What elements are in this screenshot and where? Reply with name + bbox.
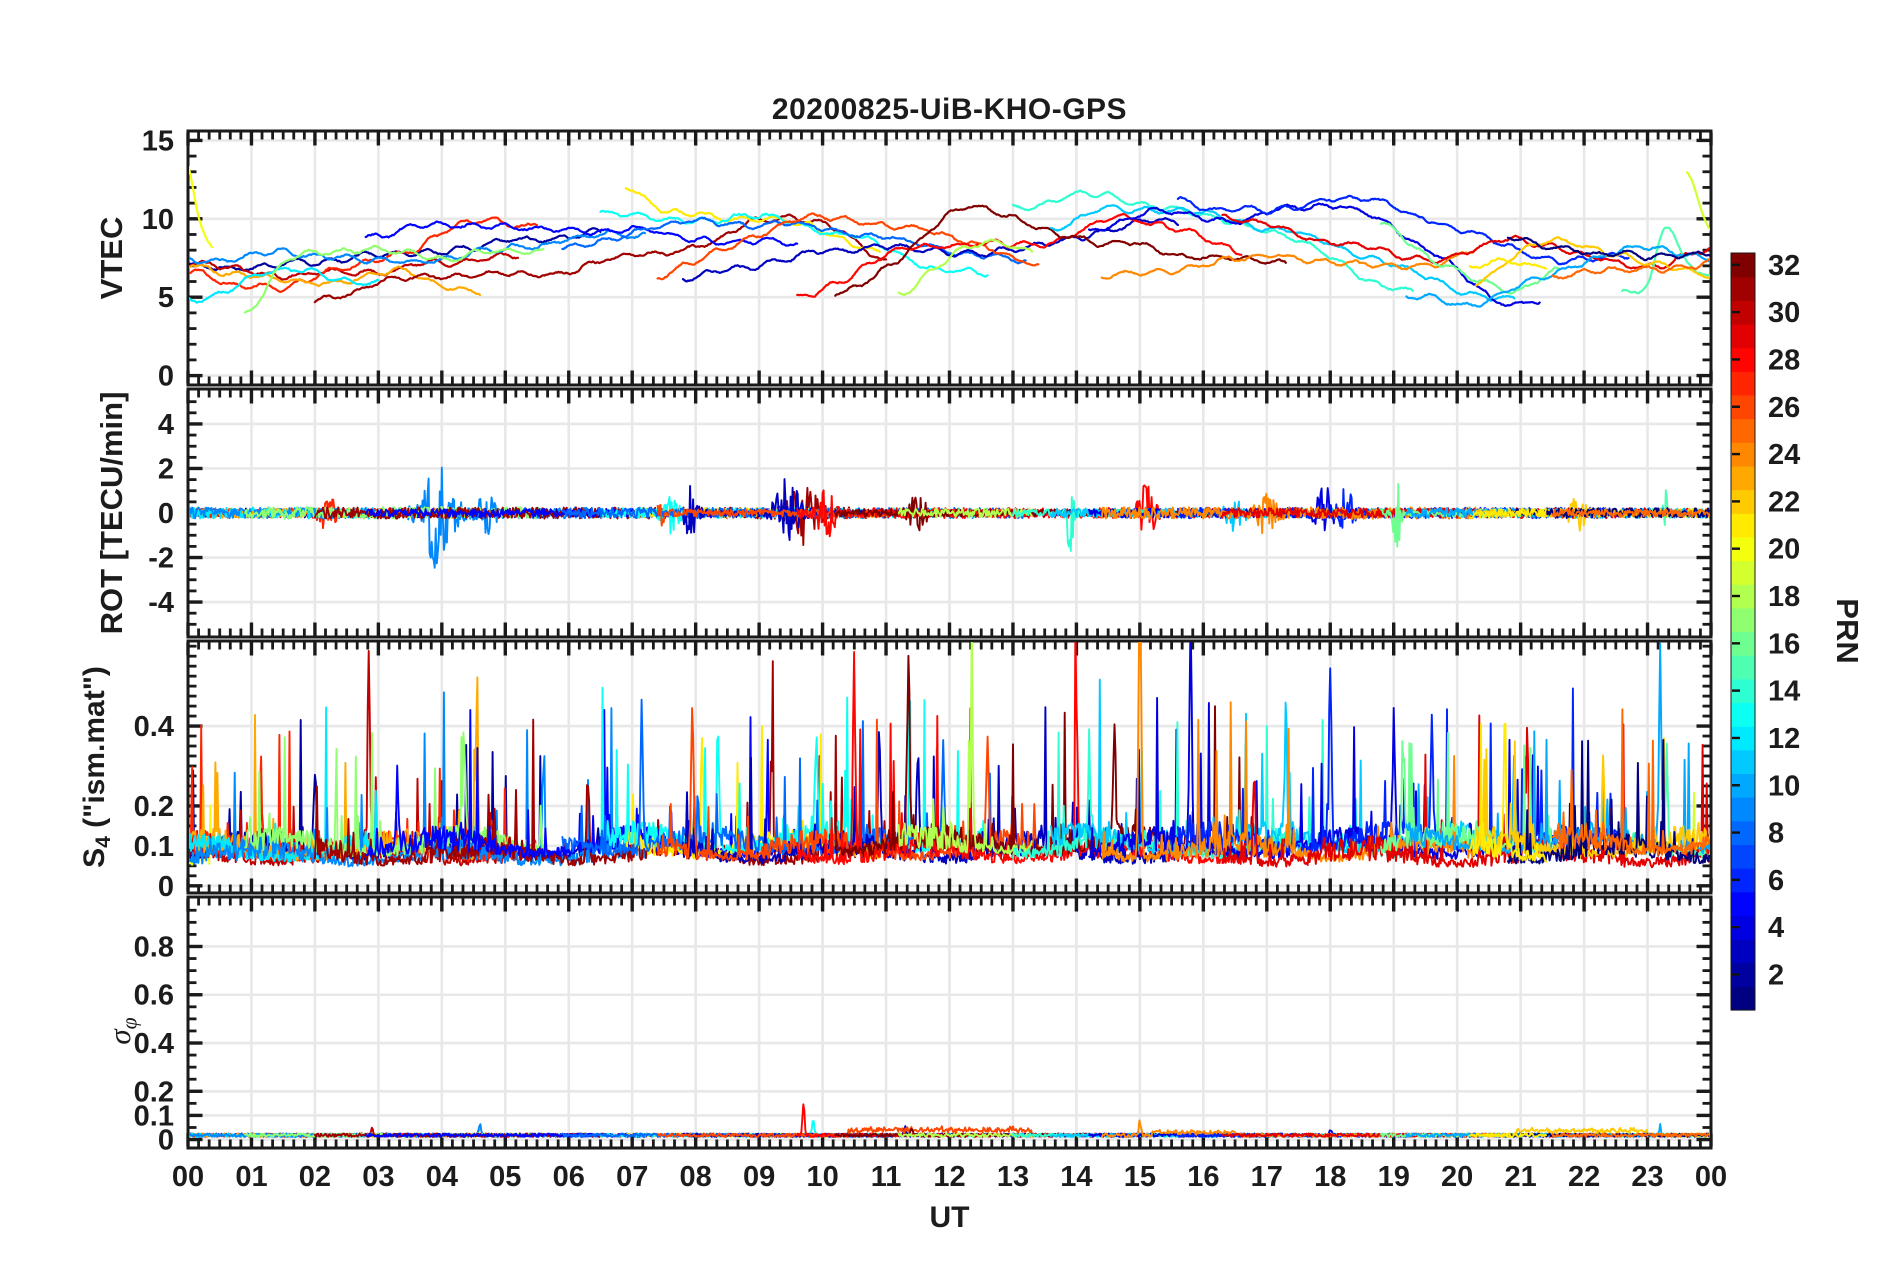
colorbar-cell <box>1731 513 1755 538</box>
x-tick-label: 18 <box>1314 1161 1346 1193</box>
y-tick-label: 4 <box>158 409 174 441</box>
y-axis-label-rot: ROT [TECU/min] <box>94 391 129 635</box>
y-tick-label: -4 <box>148 587 174 619</box>
y-tick-label: 0.1 <box>134 831 174 863</box>
colorbar-tick-label: 30 <box>1768 297 1800 329</box>
colorbar-tick-label: 14 <box>1768 676 1800 708</box>
x-tick-label: 23 <box>1631 1161 1663 1193</box>
y-axis-label-vtec: VTEC <box>94 216 129 300</box>
colorbar-tick-label: 6 <box>1768 865 1784 897</box>
y-axis-label-s4: S4 ("ism.mat") <box>78 666 116 868</box>
colorbar-tick-label: 4 <box>1768 912 1784 944</box>
series-line <box>189 229 646 265</box>
x-tick-label: 04 <box>426 1161 458 1193</box>
x-tick-label: 21 <box>1504 1161 1536 1193</box>
y-tick-label: 15 <box>142 125 174 157</box>
x-tick-label: 22 <box>1568 1161 1600 1193</box>
s4-main: S <box>77 847 111 868</box>
colorbar-cell <box>1731 844 1755 869</box>
colorbar-cell <box>1731 891 1755 916</box>
sigma-main: σ <box>101 1029 137 1045</box>
colorbar-cell <box>1731 465 1755 491</box>
colorbar-tick-label: 2 <box>1768 960 1784 992</box>
x-tick-label: 05 <box>489 1161 521 1193</box>
x-tick-label: 14 <box>1060 1161 1092 1193</box>
series-line <box>1621 489 1710 527</box>
y-tick-label: 0.2 <box>134 1076 174 1108</box>
x-tick-label: 20 <box>1441 1161 1473 1193</box>
colorbar-tick-label: 12 <box>1768 723 1800 755</box>
colorbar-cell <box>1731 418 1755 443</box>
colorbar-tick-label: 26 <box>1768 392 1800 424</box>
x-tick-label: 10 <box>806 1161 838 1193</box>
x-tick-label: 00 <box>172 1161 204 1193</box>
y-tick-label: 2 <box>158 453 174 485</box>
colorbar-tick-label: 16 <box>1768 628 1800 660</box>
y-tick-label: 0.4 <box>134 711 174 743</box>
colorbar-tick-label: 32 <box>1768 250 1800 282</box>
x-tick-label: 01 <box>235 1161 267 1193</box>
colorbar-cell <box>1731 371 1755 396</box>
x-tick-label: 06 <box>553 1161 585 1193</box>
y-tick-label: 0.6 <box>134 980 174 1012</box>
x-tick-label: 00 <box>1695 1161 1727 1193</box>
y-tick-label: 0 <box>158 871 174 903</box>
colorbar-cell <box>1731 655 1755 680</box>
y-tick-label: -2 <box>148 543 174 575</box>
colorbar-cell <box>1731 607 1755 633</box>
x-tick-label: 11 <box>871 1161 902 1193</box>
colorbar-tick-label: 10 <box>1768 770 1800 802</box>
chart-title: 20200825-UiB-KHO-GPS <box>771 93 1128 126</box>
colorbar-label: PRN <box>1830 598 1865 664</box>
colorbar-cell <box>1731 323 1755 349</box>
colorbar-cell <box>1731 749 1755 775</box>
colorbar-cell <box>1731 560 1755 585</box>
y-tick-label: 0.8 <box>134 931 174 963</box>
x-tick-label: 08 <box>680 1161 712 1193</box>
x-axis-label: UT <box>929 1201 970 1234</box>
colorbar-tick-label: 18 <box>1768 581 1800 613</box>
x-tick-label: 03 <box>362 1161 394 1193</box>
series-line <box>1176 194 1630 266</box>
y-tick-label: 10 <box>142 204 174 236</box>
colorbar-cell <box>1731 797 1755 822</box>
series-line <box>1011 189 1414 292</box>
x-tick-label: 07 <box>616 1161 648 1193</box>
x-tick-label: 13 <box>997 1161 1029 1193</box>
y-tick-label: 0 <box>158 361 174 393</box>
x-tick-label: 17 <box>1251 1161 1283 1193</box>
colorbar-tick-label: 28 <box>1768 344 1800 376</box>
colorbar-cell <box>1731 702 1755 727</box>
colorbar-tick-label: 22 <box>1768 486 1800 518</box>
x-tick-label: 16 <box>1187 1161 1219 1193</box>
figure: 0 5 10 15 -4 -2 0 2 4 0 0.1 0.2 0.4 0 0.1 0.2 0.4 0.6 0.8 0… <box>0 0 1902 1272</box>
x-tick-label: 12 <box>933 1161 965 1193</box>
colorbar-cell <box>1731 986 1755 1011</box>
series-line <box>364 220 799 247</box>
series-line <box>1468 257 1548 270</box>
series-line <box>244 244 545 314</box>
y-tick-label: 0.2 <box>134 791 174 823</box>
colorbar-tick-label: 20 <box>1768 534 1800 566</box>
x-tick-label: 15 <box>1124 1161 1156 1193</box>
y-axis-label-sigma-phi: σφ <box>102 1017 143 1044</box>
colorbar-cell <box>1731 939 1755 964</box>
x-tick-label: 09 <box>743 1161 775 1193</box>
sigma-sub: φ <box>117 1017 142 1030</box>
colorbar-tick-label: 24 <box>1768 439 1800 471</box>
colorbar-tick-label: 8 <box>1768 818 1784 850</box>
colorbar-cell <box>1731 276 1755 301</box>
plot-canvas: 051015-4-202400.10.20.400.10.20.40.60.80… <box>134 125 1801 1193</box>
y-tick-label: 5 <box>158 282 174 314</box>
colorbar: 2468101214161820222426283032 <box>1730 250 1800 1011</box>
panel-sigma_phi <box>186 895 1713 1150</box>
y-tick-label: 0 <box>158 498 174 530</box>
x-tick-label: 19 <box>1378 1161 1410 1193</box>
x-tick-label: 02 <box>299 1161 331 1193</box>
s4-rest: ("ism.mat") <box>77 666 111 837</box>
s4-sub: 4 <box>92 836 116 848</box>
series-line <box>313 213 888 304</box>
